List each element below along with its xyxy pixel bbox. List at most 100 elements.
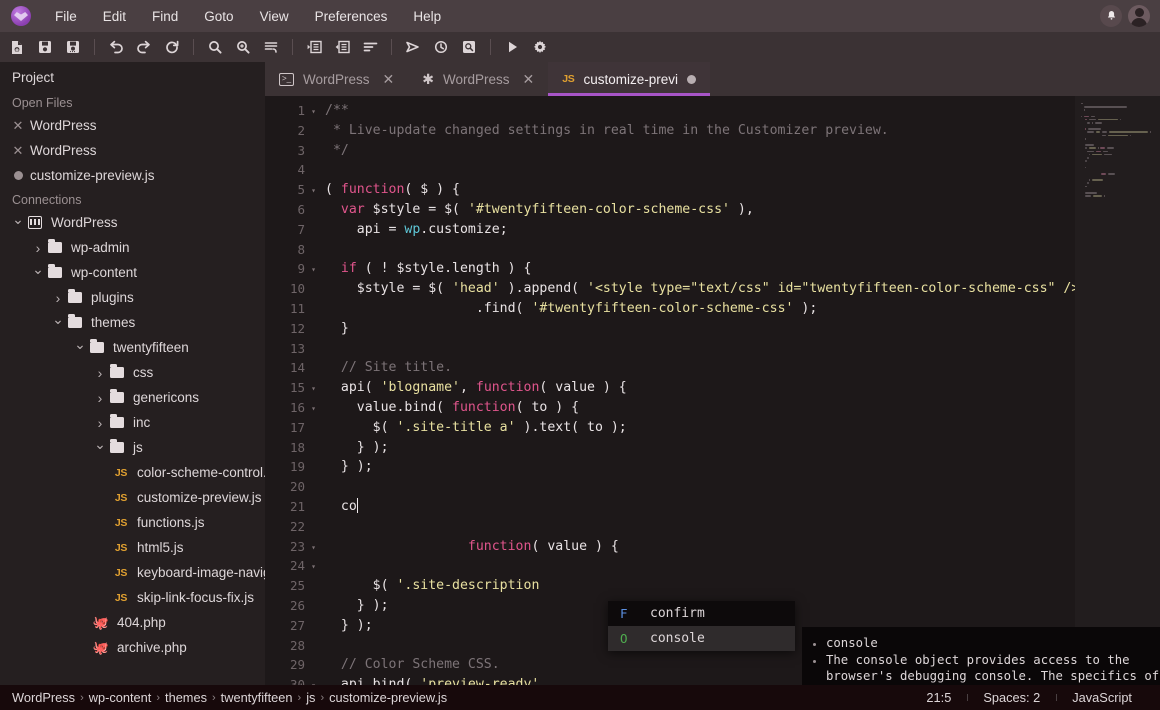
menu-item-goto[interactable]: Goto xyxy=(191,5,246,28)
menu-item-find[interactable]: Find xyxy=(139,5,191,28)
folder-icon xyxy=(66,292,84,303)
code-token: 'head' xyxy=(452,281,500,296)
open-file-item[interactable]: customize-preview.js xyxy=(0,163,265,188)
notifications-bell-icon[interactable] xyxy=(1100,5,1122,27)
send-icon[interactable] xyxy=(400,35,426,59)
menu-item-edit[interactable]: Edit xyxy=(90,5,139,28)
tree-file-color-scheme-control[interactable]: JS color-scheme-control.js xyxy=(0,460,265,485)
js-file-icon: JS xyxy=(112,567,130,579)
breadcrumb-item[interactable]: wp-content xyxy=(89,690,152,705)
history-icon[interactable] xyxy=(428,35,454,59)
cursor-position[interactable]: 21:5 xyxy=(910,690,967,705)
user-avatar[interactable] xyxy=(1128,5,1150,27)
minimap-token xyxy=(1103,151,1108,153)
chevron-down-icon[interactable] xyxy=(10,214,26,231)
chevron-right-icon[interactable] xyxy=(30,240,46,256)
chevron-down-icon[interactable] xyxy=(72,339,88,356)
fold-arrow-icon[interactable]: ▾ xyxy=(311,557,316,577)
breadcrumb-item[interactable]: themes xyxy=(165,690,207,705)
menu-item-preferences[interactable]: Preferences xyxy=(302,5,401,28)
tree-file-functions[interactable]: JS functions.js xyxy=(0,510,265,535)
tree-item-inc[interactable]: inc xyxy=(0,410,265,435)
autocomplete-item-console[interactable]: O console xyxy=(608,626,795,651)
fold-arrow-icon[interactable]: ▾ xyxy=(311,260,316,280)
close-icon[interactable]: ✕ xyxy=(10,143,26,159)
chevron-down-icon[interactable] xyxy=(30,264,46,281)
fold-arrow-icon[interactable]: ▾ xyxy=(311,379,316,399)
close-icon[interactable]: ✕ xyxy=(10,118,26,134)
save-all-icon[interactable] xyxy=(60,35,86,59)
find-icon[interactable] xyxy=(202,35,228,59)
undo-icon[interactable] xyxy=(103,35,129,59)
minimap-token xyxy=(1089,147,1095,149)
fold-arrow-icon[interactable]: ▾ xyxy=(311,399,316,419)
autocomplete-item-confirm[interactable]: F confirm xyxy=(608,601,795,626)
tree-item-plugins[interactable]: plugins xyxy=(0,285,265,310)
preview-icon[interactable] xyxy=(456,35,482,59)
chevron-right-icon[interactable] xyxy=(92,390,108,406)
indentation-setting[interactable]: Spaces: 2 xyxy=(967,690,1056,705)
autocomplete-popup[interactable]: F confirm O console xyxy=(608,601,795,651)
refresh-icon[interactable] xyxy=(159,35,185,59)
fold-arrow-icon[interactable]: ▾ xyxy=(311,181,316,201)
tab-wordpress-terminal[interactable]: >_ WordPress ✕ xyxy=(265,62,408,96)
open-file-item[interactable]: ✕ WordPress xyxy=(0,138,265,163)
code-text[interactable]: /** * Live-update changed settings in re… xyxy=(323,101,1160,685)
settings-gear-icon[interactable] xyxy=(527,35,553,59)
tree-file-keyboard-image-navigation[interactable]: JS keyboard-image-navigation.js xyxy=(0,560,265,585)
find-replace-icon[interactable] xyxy=(230,35,256,59)
tab-wordpress-sftp[interactable]: ✱ WordPress ✕ xyxy=(408,62,548,96)
tree-item-css[interactable]: css xyxy=(0,360,265,385)
close-icon[interactable]: ✕ xyxy=(523,71,535,88)
tree-file-html5[interactable]: JS html5.js xyxy=(0,535,265,560)
chevron-right-icon[interactable] xyxy=(92,365,108,381)
code-line: value.bind( function( to ) { xyxy=(325,398,1160,418)
reindent-icon[interactable] xyxy=(357,35,383,59)
fold-arrow-icon[interactable]: ▾ xyxy=(311,538,316,558)
tree-item-twentyfifteen[interactable]: twentyfifteen xyxy=(0,335,265,360)
redo-icon[interactable] xyxy=(131,35,157,59)
tree-file-customize-preview[interactable]: JS customize-preview.js xyxy=(0,485,265,510)
tree-item-themes[interactable]: themes xyxy=(0,310,265,335)
code-token: } xyxy=(325,321,349,336)
close-icon[interactable]: ✕ xyxy=(383,71,395,88)
tab-customize-preview[interactable]: JS customize-previ xyxy=(548,62,710,96)
tree-item-wp-content[interactable]: wp-content xyxy=(0,260,265,285)
breadcrumb-item[interactable]: customize-preview.js xyxy=(329,690,447,705)
menu-item-view[interactable]: View xyxy=(247,5,302,28)
new-file-icon[interactable] xyxy=(4,35,30,59)
breadcrumb-item[interactable]: twentyfifteen xyxy=(221,690,293,705)
save-file-icon[interactable] xyxy=(32,35,58,59)
code-line: * Live-update changed settings in real t… xyxy=(325,121,1160,141)
tree-file-archive-php[interactable]: 🐙 archive.php xyxy=(0,635,265,660)
breadcrumb-item[interactable]: js xyxy=(306,690,315,705)
tree-item-wordpress[interactable]: WordPress xyxy=(0,210,265,235)
breadcrumb-item[interactable]: WordPress xyxy=(12,690,75,705)
outdent-icon[interactable] xyxy=(301,35,327,59)
code-token: function xyxy=(341,182,405,197)
line-number: 4 xyxy=(265,160,317,180)
chevron-right-icon[interactable] xyxy=(92,415,108,431)
tree-item-wp-admin[interactable]: wp-admin xyxy=(0,235,265,260)
breadcrumb[interactable]: WordPress›wp-content›themes›twentyfiftee… xyxy=(12,690,447,705)
tree-item-genericons[interactable]: genericons xyxy=(0,385,265,410)
code-editor[interactable]: 1▾2345▾6789▾101112131415▾16▾171819202122… xyxy=(265,96,1160,685)
chevron-down-icon[interactable] xyxy=(92,439,108,456)
project-sidebar[interactable]: Project Open Files ✕ WordPress ✕ WordPre… xyxy=(0,62,265,685)
indent-icon[interactable] xyxy=(329,35,355,59)
tree-file-404-php[interactable]: 🐙 404.php xyxy=(0,610,265,635)
fold-arrow-icon[interactable]: ▾ xyxy=(311,676,316,685)
fold-arrow-icon[interactable]: ▾ xyxy=(311,102,316,122)
unsaved-dot-icon[interactable] xyxy=(687,75,696,84)
chevron-down-icon[interactable] xyxy=(50,314,66,331)
tree-item-js[interactable]: js xyxy=(0,435,265,460)
tree-file-skip-link-focus-fix[interactable]: JS skip-link-focus-fix.js xyxy=(0,585,265,610)
find-in-files-icon[interactable] xyxy=(258,35,284,59)
open-file-item[interactable]: ✕ WordPress xyxy=(0,113,265,138)
run-icon[interactable] xyxy=(499,35,525,59)
language-mode[interactable]: JavaScript xyxy=(1056,690,1148,705)
minimap[interactable] xyxy=(1075,96,1160,685)
chevron-right-icon[interactable] xyxy=(50,290,66,306)
menu-item-help[interactable]: Help xyxy=(400,5,454,28)
menu-item-file[interactable]: File xyxy=(42,5,90,28)
